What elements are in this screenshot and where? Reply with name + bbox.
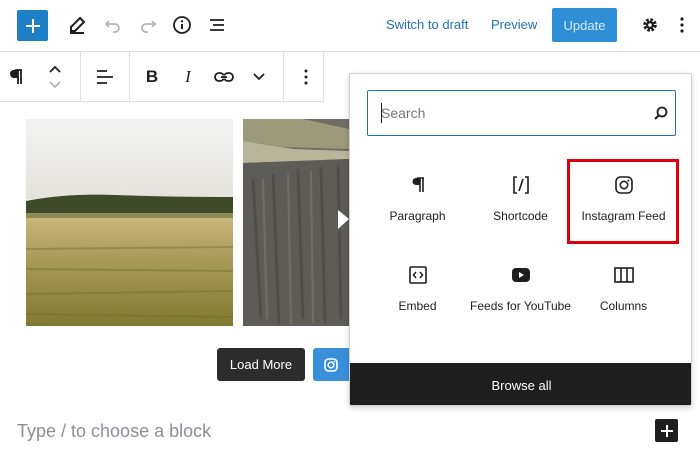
block-search-input[interactable] [381, 103, 631, 123]
block-options-button[interactable] [296, 52, 316, 102]
columns-icon [613, 267, 634, 283]
editor-screen: Switch to draft Preview Update B I Load … [0, 0, 700, 470]
options-button[interactable] [672, 12, 692, 38]
add-block-button[interactable] [655, 419, 678, 442]
block-item-feeds-for-youtube[interactable]: Feeds for YouTube [469, 264, 572, 314]
list-view-button[interactable] [204, 12, 230, 38]
block-item-columns[interactable]: Columns [572, 264, 675, 314]
list-view-icon [210, 19, 224, 31]
wheat-field-image [26, 119, 233, 326]
block-inserter-popover: Paragraph Shortcode Instagram Feed Embed [349, 73, 692, 406]
redo-icon [141, 20, 157, 33]
link-button[interactable] [211, 52, 237, 102]
info-icon [173, 16, 191, 34]
move-block-control[interactable] [44, 52, 66, 102]
bold-button[interactable]: B [140, 52, 164, 102]
block-item-embed[interactable]: Embed [366, 264, 469, 314]
block-label: Paragraph [389, 209, 446, 223]
update-button[interactable]: Update [552, 8, 617, 42]
tools-button[interactable] [64, 12, 90, 38]
plus-icon [660, 424, 673, 437]
link-icon [214, 72, 234, 82]
block-label: Feeds for YouTube [470, 299, 571, 313]
undo-icon [104, 20, 120, 33]
feed-photo-wheat-field[interactable] [26, 119, 233, 326]
embed-icon [408, 266, 427, 284]
block-label: Embed [398, 299, 437, 313]
more-vertical-icon [680, 17, 684, 33]
text-caret [381, 103, 382, 123]
paragraph-icon [412, 177, 424, 192]
block-label: Shortcode [493, 209, 548, 223]
highlight-box [567, 159, 679, 244]
pencil-icon [70, 16, 86, 34]
search-icon [654, 106, 668, 120]
toolbar-divider [129, 52, 130, 102]
more-vertical-icon [304, 69, 308, 85]
follow-on-instagram-button[interactable] [313, 348, 349, 381]
toolbar-divider [80, 52, 81, 102]
block-placeholder[interactable]: Type / to choose a block [17, 421, 211, 442]
paragraph-icon [10, 69, 22, 84]
block-search[interactable] [367, 90, 676, 136]
redo-button[interactable] [135, 12, 161, 38]
align-button[interactable] [92, 52, 118, 102]
block-type-button[interactable] [4, 52, 28, 102]
preview-link[interactable]: Preview [491, 17, 537, 32]
chevron-up-down-icon [49, 65, 61, 89]
editor-header: Switch to draft Preview Update [0, 0, 700, 52]
cliff-image [243, 119, 349, 326]
plus-icon [25, 18, 40, 33]
chevron-down-icon [253, 73, 265, 81]
youtube-icon [511, 268, 530, 282]
undo-button[interactable] [100, 12, 126, 38]
switch-to-draft-link[interactable]: Switch to draft [386, 17, 468, 32]
details-button[interactable] [169, 12, 195, 38]
block-item-shortcode[interactable]: Shortcode [469, 174, 572, 224]
block-item-paragraph[interactable]: Paragraph [366, 174, 469, 224]
browse-all-button[interactable]: Browse all [350, 363, 691, 405]
load-more-button[interactable]: Load More [217, 348, 305, 381]
block-inserter-toggle[interactable] [17, 10, 48, 41]
block-label: Columns [599, 299, 648, 313]
more-formatting-button[interactable] [249, 52, 269, 102]
italic-button[interactable]: I [176, 52, 200, 102]
gear-icon [643, 18, 657, 32]
settings-button[interactable] [637, 12, 663, 38]
toolbar-divider [283, 52, 284, 102]
feed-video-cliff[interactable] [243, 119, 349, 326]
shortcode-icon [512, 176, 529, 194]
instagram-icon [324, 357, 338, 372]
align-left-icon [97, 70, 113, 84]
